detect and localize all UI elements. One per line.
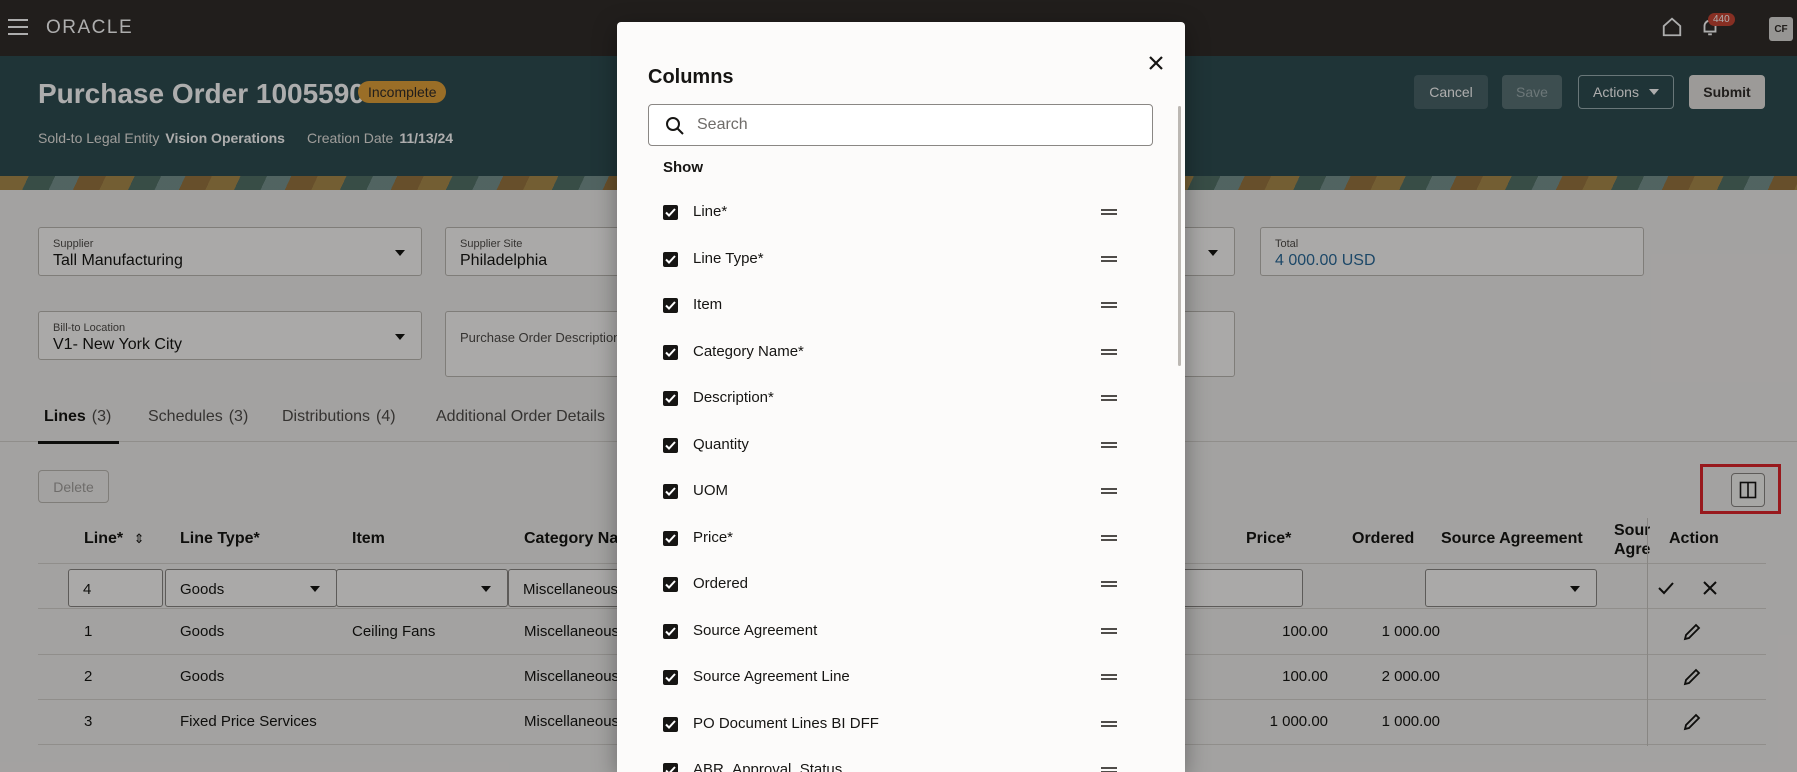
check-icon: [665, 254, 676, 264]
column-name: Quantity: [693, 435, 749, 453]
checkbox[interactable]: [663, 670, 678, 685]
column-search: [648, 104, 1153, 146]
checkbox[interactable]: [663, 577, 678, 592]
column-name: Source Agreement: [693, 621, 818, 639]
check-icon: [665, 626, 676, 636]
column-option[interactable]: Category Name*: [663, 335, 1123, 375]
column-name: PO Document Lines BI DFF: [693, 714, 879, 732]
drag-handle-icon[interactable]: [1101, 302, 1117, 308]
checkbox[interactable]: [663, 298, 678, 313]
column-option[interactable]: UOM: [663, 474, 1123, 514]
check-icon: [665, 533, 676, 543]
column-option[interactable]: Description*: [663, 381, 1123, 421]
column-name: Line*: [693, 203, 728, 220]
check-icon: [665, 394, 676, 403]
drag-handle-icon[interactable]: [1101, 581, 1117, 587]
column-option[interactable]: Price*: [663, 521, 1123, 561]
drag-handle-icon[interactable]: [1101, 674, 1117, 680]
check-icon: [665, 766, 676, 772]
drag-handle-icon[interactable]: [1101, 209, 1117, 215]
close-icon[interactable]: [1145, 52, 1167, 74]
drag-handle-icon[interactable]: [1101, 441, 1117, 448]
checkbox[interactable]: [663, 530, 678, 546]
check-icon: [665, 347, 676, 357]
check-icon: [665, 301, 676, 310]
checkbox[interactable]: [663, 344, 678, 360]
column-option[interactable]: PO Document Lines BI DFF: [663, 707, 1123, 747]
show-section-label: Show: [663, 159, 703, 176]
drag-handle-icon[interactable]: [1101, 488, 1117, 494]
checkbox[interactable]: [663, 484, 678, 499]
checkbox[interactable]: [663, 437, 678, 453]
checkbox[interactable]: [663, 623, 678, 639]
column-name: Source Agreement Line: [693, 668, 850, 685]
scrollbar[interactable]: [1178, 106, 1181, 366]
checkbox[interactable]: [663, 205, 678, 220]
drag-handle-icon[interactable]: [1101, 395, 1117, 401]
check-icon: [665, 580, 676, 589]
search-icon: [666, 117, 684, 135]
column-name: Item: [693, 296, 723, 313]
column-name: ABR_Approval_Status: [693, 761, 843, 772]
column-name: Description*: [693, 389, 774, 406]
drag-handle-icon[interactable]: [1101, 348, 1117, 355]
checkbox[interactable]: [663, 251, 678, 267]
column-option[interactable]: Quantity: [663, 428, 1123, 468]
drag-handle-icon[interactable]: [1101, 720, 1117, 727]
drag-handle-icon[interactable]: [1101, 767, 1117, 772]
column-name: Line Type*: [693, 249, 764, 267]
check-icon: [665, 208, 676, 217]
column-option[interactable]: Line*: [663, 195, 1123, 235]
check-icon: [665, 487, 676, 496]
check-icon: [665, 673, 676, 682]
checkbox[interactable]: [663, 391, 678, 406]
dialog-title: Columns: [648, 66, 734, 88]
column-name: Ordered: [693, 575, 749, 592]
column-name: UOM: [693, 482, 728, 499]
checkbox[interactable]: [663, 763, 678, 772]
drag-handle-icon[interactable]: [1101, 534, 1117, 541]
checkbox[interactable]: [663, 716, 678, 732]
column-option[interactable]: Source Agreement: [663, 614, 1123, 654]
check-icon: [665, 719, 676, 729]
drag-handle-icon[interactable]: [1101, 255, 1117, 262]
column-name: Category Name*: [693, 342, 804, 360]
column-name: Price*: [693, 528, 734, 546]
column-option[interactable]: Item: [663, 288, 1123, 328]
check-icon: [665, 440, 676, 450]
column-option[interactable]: Source Agreement Line: [663, 660, 1123, 700]
column-option[interactable]: Ordered: [663, 567, 1123, 607]
column-option[interactable]: Line Type*: [663, 242, 1123, 282]
columns-dialog: Columns Show Line* Line Type* Item Category…: [617, 22, 1185, 772]
drag-handle-icon[interactable]: [1101, 627, 1117, 634]
column-option[interactable]: ABR_Approval_Status: [663, 753, 1123, 772]
search-input[interactable]: [697, 105, 1137, 145]
